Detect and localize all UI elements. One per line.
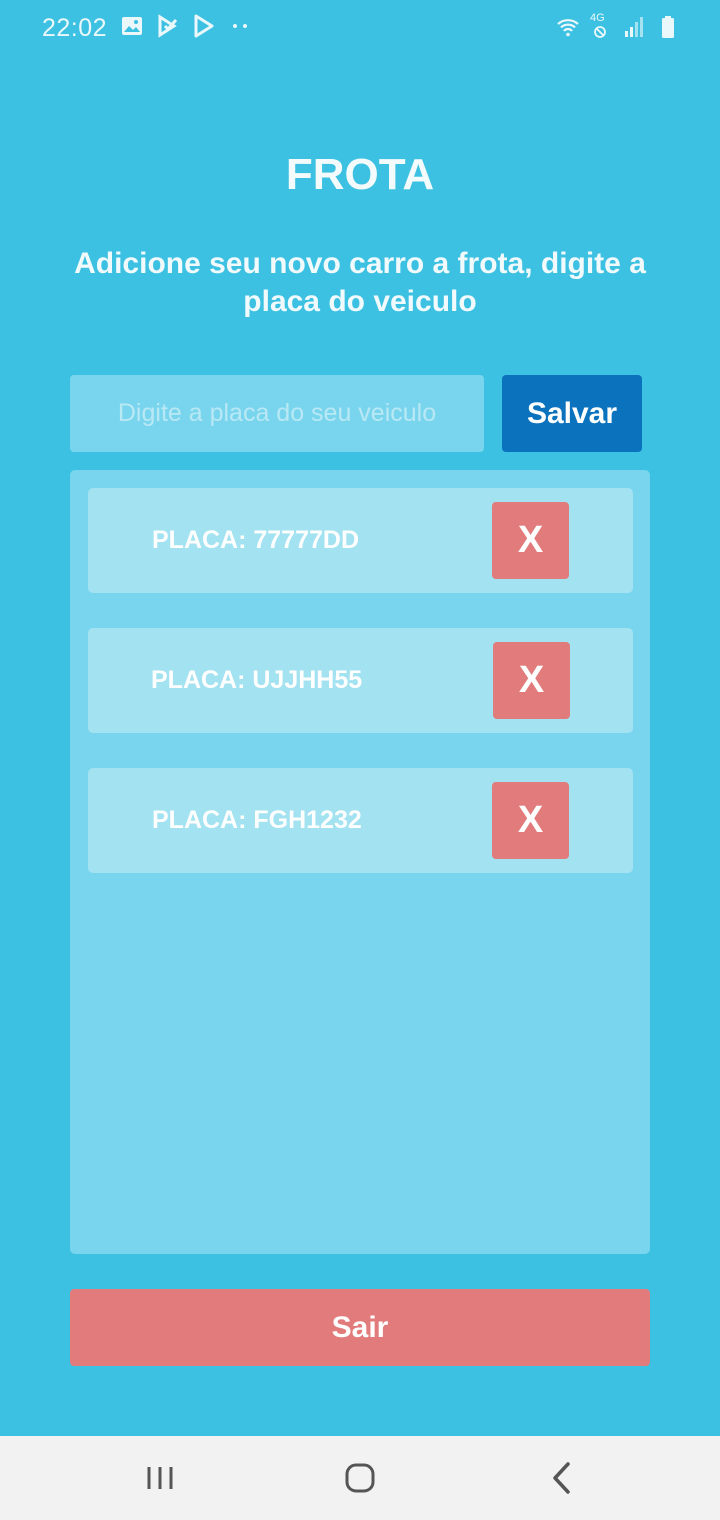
battery-icon: [662, 16, 674, 38]
remove-plate-button[interactable]: X: [492, 782, 569, 859]
plate-list: PLACA: 77777DD X PLACA: UJJHH55 X PLACA:…: [70, 470, 650, 1254]
page-subtitle: Adicione seu novo carro a frota, digite …: [74, 247, 646, 318]
plate-label: PLACA: FGH1232: [152, 806, 362, 834]
plate-item: PLACA: UJJHH55 X: [88, 628, 633, 733]
remove-plate-button[interactable]: X: [493, 642, 570, 719]
check-app-icon: [158, 14, 178, 38]
recents-icon[interactable]: [140, 1458, 180, 1498]
navigation-bar: [0, 1436, 720, 1520]
plate-input[interactable]: [70, 375, 484, 452]
plate-item: PLACA: FGH1232 X: [88, 768, 633, 873]
plate-item: PLACA: 77777DD X: [88, 488, 633, 593]
status-time: 22:02: [42, 14, 108, 42]
home-icon[interactable]: [340, 1458, 380, 1498]
wifi-icon: [557, 19, 579, 37]
plate-label: PLACA: 77777DD: [152, 526, 360, 554]
save-button[interactable]: Salvar: [502, 375, 642, 452]
page-title: FROTA: [285, 150, 435, 199]
signal-icon: [625, 17, 643, 37]
network-4g-icon: 4G: [590, 12, 612, 40]
back-icon[interactable]: [542, 1458, 582, 1498]
gallery-icon: [122, 17, 142, 35]
system-icons: 4G: [556, 12, 680, 40]
remove-plate-button[interactable]: X: [492, 502, 569, 579]
notification-icons: [120, 14, 252, 38]
plate-label: PLACA: UJJHH55: [151, 666, 363, 694]
more-dots-icon: [233, 24, 247, 28]
network-type-label: 4G: [590, 12, 605, 24]
status-bar: 22:02 4G: [0, 0, 720, 56]
exit-button[interactable]: Sair: [70, 1289, 650, 1366]
play-store-icon: [194, 14, 214, 38]
